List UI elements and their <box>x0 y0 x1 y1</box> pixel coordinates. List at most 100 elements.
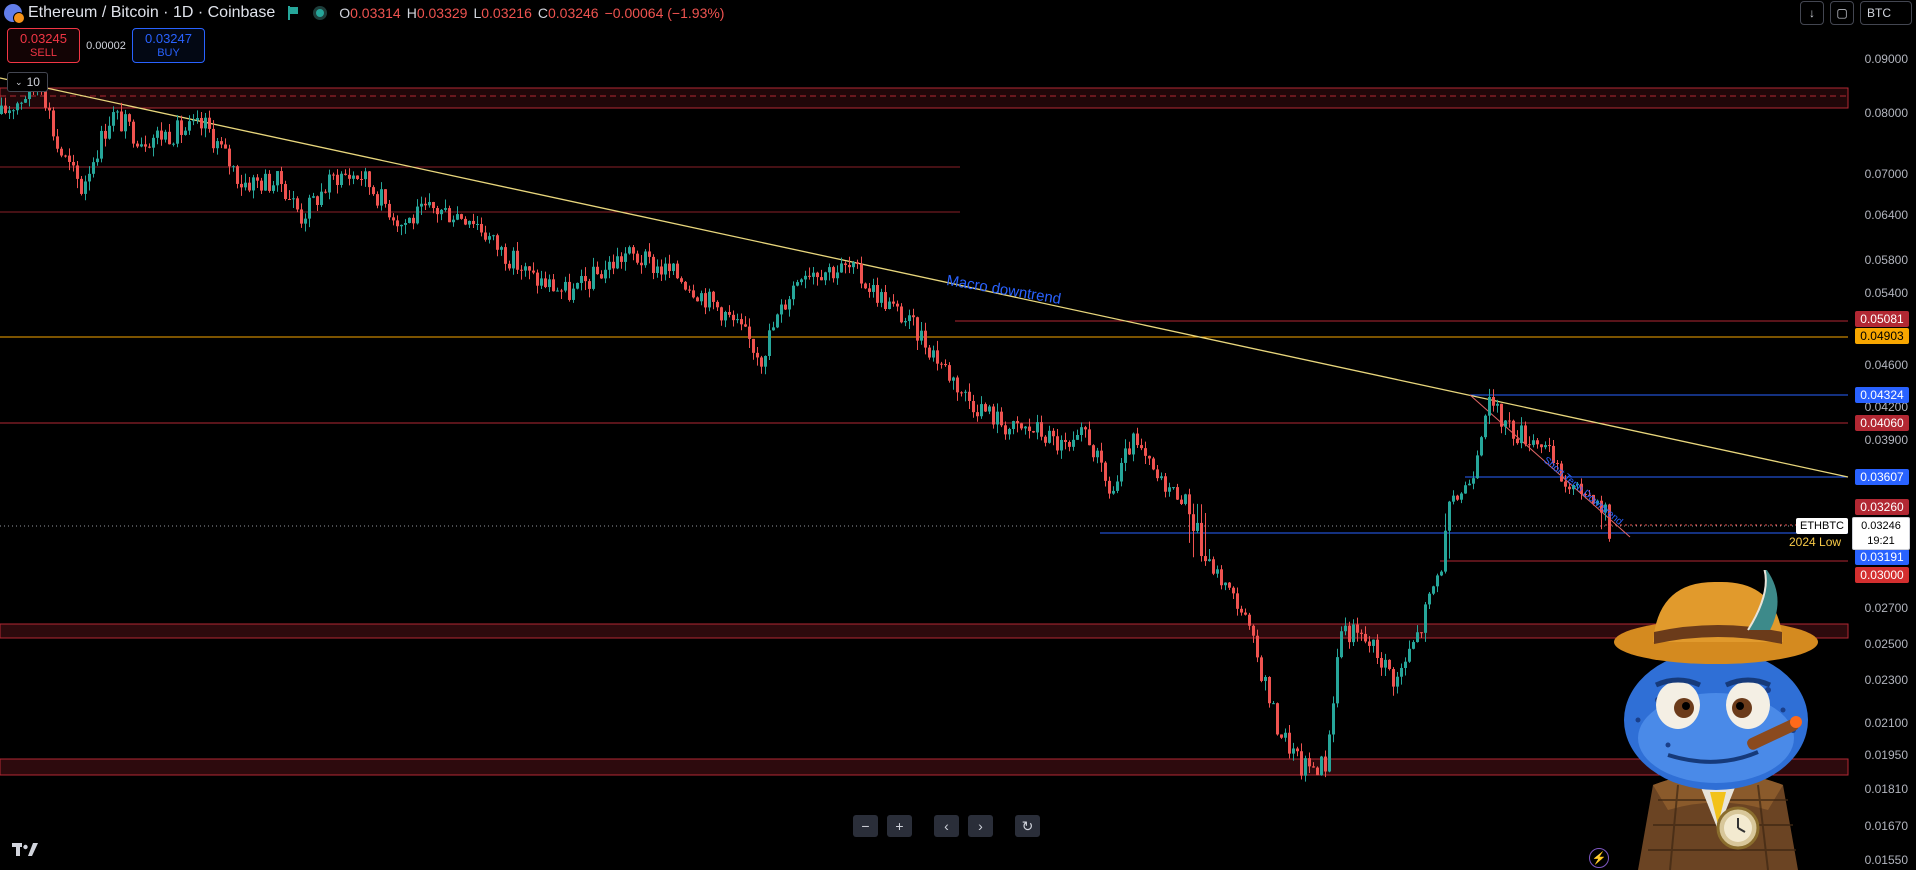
last-price-tag: 0.03246 19:21 <box>1852 517 1910 550</box>
candle <box>464 216 467 226</box>
candle <box>1264 675 1267 691</box>
candle-body <box>1256 635 1259 658</box>
candle <box>972 394 975 418</box>
download-icon[interactable]: ↓ <box>1800 1 1824 25</box>
reset-icon[interactable]: ↻ <box>1015 815 1040 837</box>
candle-body <box>520 269 523 271</box>
candle-body <box>1516 438 1519 444</box>
candle <box>564 276 567 293</box>
candle <box>1076 429 1079 441</box>
candle-body <box>808 275 811 277</box>
candle-body <box>500 247 503 250</box>
candle-body <box>368 171 371 188</box>
candle <box>620 252 623 269</box>
candle <box>1292 742 1295 761</box>
candle-body <box>1344 625 1347 632</box>
candle-body <box>996 411 999 425</box>
low-2024-label[interactable]: 2024 Low <box>1789 535 1841 549</box>
candle-body <box>596 266 599 275</box>
candle-body <box>724 311 727 321</box>
candle <box>1244 608 1247 616</box>
candle-body <box>128 114 131 122</box>
candle <box>672 263 675 275</box>
candle-body <box>1204 556 1207 562</box>
candle <box>804 270 807 289</box>
candle <box>812 267 815 285</box>
candle-body <box>1328 734 1331 772</box>
fullscreen-icon[interactable]: ▢ <box>1830 1 1854 25</box>
candle-body <box>12 110 15 112</box>
candle <box>1100 442 1103 472</box>
candle-body <box>80 178 83 194</box>
candle <box>628 245 631 255</box>
price-axis-tick: 0.07000 <box>1864 167 1908 181</box>
scroll-right-icon[interactable]: › <box>968 815 993 837</box>
candle <box>368 171 371 195</box>
candle-body <box>1072 439 1075 447</box>
candle-body <box>1320 756 1323 776</box>
candle-body <box>1524 425 1527 445</box>
candle-body <box>1440 571 1443 576</box>
candle <box>676 260 679 280</box>
candle <box>848 256 851 274</box>
candle-body <box>340 173 343 186</box>
candle-body <box>1304 758 1307 776</box>
candle <box>1240 605 1243 616</box>
candle-body <box>1336 657 1339 704</box>
candle <box>320 183 323 208</box>
buy-button[interactable]: 0.03247 BUY <box>132 28 205 63</box>
candle-body <box>312 196 315 198</box>
candle-body <box>696 297 699 302</box>
flag-icon[interactable] <box>287 6 299 20</box>
candle-body <box>212 128 215 149</box>
candle-body <box>64 155 67 157</box>
candle-body <box>1396 676 1399 687</box>
candle-body <box>1380 657 1383 668</box>
candle <box>1332 696 1335 743</box>
candle <box>1288 724 1291 759</box>
candle-body <box>1124 448 1127 463</box>
candle <box>96 150 99 166</box>
candle <box>928 345 931 360</box>
candle-body <box>188 121 191 131</box>
candle-body <box>528 266 531 271</box>
candle-body <box>236 166 239 184</box>
candle <box>608 256 611 279</box>
candle <box>1084 425 1087 438</box>
symbol-title[interactable]: Ethereum / Bitcoin · 1D · Coinbase <box>28 4 275 22</box>
candle <box>864 282 867 290</box>
candle <box>324 189 327 194</box>
candle <box>764 355 767 375</box>
candle-body <box>1388 659 1391 670</box>
candle <box>1328 730 1331 773</box>
candle-body <box>940 363 943 365</box>
currency-selector[interactable]: BTC <box>1860 1 1912 25</box>
candle-body <box>112 112 115 126</box>
candle <box>116 109 119 120</box>
candle-body <box>880 292 883 303</box>
candle-body <box>684 281 687 290</box>
candle <box>372 185 375 196</box>
candle-body <box>1044 436 1047 443</box>
market-status-icon[interactable] <box>313 6 328 20</box>
candle-body <box>1240 608 1243 613</box>
candle-body <box>1472 478 1475 484</box>
candle <box>1284 728 1287 742</box>
candle <box>1124 439 1127 472</box>
candle-body <box>288 199 291 201</box>
price-axis-tick: 0.04600 <box>1864 358 1908 372</box>
candle <box>1276 702 1279 736</box>
candle <box>64 154 67 158</box>
zoom-out-icon[interactable]: − <box>853 815 878 837</box>
zoom-in-icon[interactable]: + <box>887 815 912 837</box>
candle-body <box>1544 445 1547 448</box>
candle <box>1320 755 1323 776</box>
candle <box>84 175 87 201</box>
interval-selector[interactable]: ⌄ 10 <box>7 72 48 92</box>
sell-button[interactable]: 0.03245 SELL <box>7 28 80 63</box>
candle <box>160 122 163 146</box>
tradingview-logo[interactable] <box>12 841 38 862</box>
candle <box>892 294 895 307</box>
scroll-left-icon[interactable]: ‹ <box>934 815 959 837</box>
candle <box>1188 488 1191 543</box>
